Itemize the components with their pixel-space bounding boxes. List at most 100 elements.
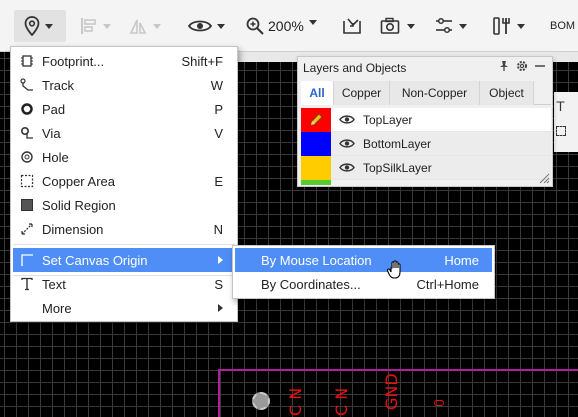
- visibility-button[interactable]: [188, 10, 225, 42]
- menu-item-label: Pad: [42, 101, 66, 117]
- menu-item-label: Hole: [42, 149, 69, 165]
- chevron-down-icon: [308, 19, 317, 25]
- chevron-down-icon: [153, 23, 161, 29]
- tools-button[interactable]: [492, 10, 525, 42]
- tab-non-copper[interactable]: Non-Copper: [390, 81, 480, 105]
- pin-icon[interactable]: [498, 60, 510, 72]
- submenu-item-label: By Mouse Location: [261, 252, 372, 268]
- menu-item-label: Text: [42, 276, 66, 292]
- canvas-origin-submenu: By Mouse Location Home By Coordinates...…: [232, 245, 495, 299]
- menu-item-shortcut: V: [214, 125, 223, 141]
- solid-region-icon: [20, 198, 34, 212]
- chevron-down-icon: [459, 23, 467, 29]
- menu-item-set-canvas-origin[interactable]: Set Canvas Origin: [13, 248, 235, 272]
- submenu-item-shortcut: Ctrl+Home: [416, 276, 480, 292]
- menu-item-track[interactable]: Track W: [13, 73, 235, 97]
- menu-item-text[interactable]: Text S: [13, 272, 235, 296]
- menu-item-shortcut: E: [214, 173, 223, 189]
- layer-color-swatch[interactable]: [301, 131, 331, 156]
- layer-row-bottomlayer[interactable]: BottomLayer: [301, 131, 551, 156]
- tab-all[interactable]: All: [301, 81, 334, 105]
- screenshot-button[interactable]: [380, 10, 415, 42]
- pad-icon: [20, 102, 34, 116]
- layer-name: TopSilkLayer: [363, 160, 432, 175]
- chevron-down-icon: [407, 23, 415, 29]
- submenu-item-shortcut: Home: [444, 252, 479, 268]
- pad-marker[interactable]: [252, 392, 270, 410]
- share-icon: [436, 17, 452, 34]
- menu-item-label: Track: [42, 77, 75, 93]
- chevron-right-icon: [218, 256, 223, 264]
- layer-color-swatch[interactable]: [301, 155, 331, 180]
- canvas-origin-icon: [20, 253, 34, 267]
- menu-item-footprint[interactable]: Footprint... Shift+F: [13, 49, 235, 73]
- gear-icon[interactable]: [516, 60, 528, 72]
- panel-title: Layers and Objects: [303, 61, 407, 75]
- align-button[interactable]: [80, 10, 111, 42]
- menu-item-more[interactable]: More: [13, 296, 235, 320]
- submenu-item-by-coordinates[interactable]: By Coordinates... Ctrl+Home: [235, 272, 492, 296]
- menu-item-hole[interactable]: Hole: [13, 145, 235, 169]
- submenu-item-by-mouse-location[interactable]: By Mouse Location Home: [235, 248, 492, 272]
- via-icon: [20, 126, 34, 140]
- resize-grip-icon[interactable]: [538, 172, 550, 184]
- minimize-icon[interactable]: [534, 60, 546, 72]
- import-button[interactable]: [342, 10, 362, 42]
- share-button[interactable]: [434, 10, 467, 42]
- layer-row-topsilklayer[interactable]: TopSilkLayer: [301, 155, 551, 180]
- pencil-icon: [310, 112, 323, 126]
- bom-label: BOM: [550, 20, 576, 32]
- layers-tabs: All Copper Non-Copper Object: [301, 81, 551, 105]
- menu-item-shortcut: W: [210, 77, 223, 93]
- panel-controls: [498, 60, 546, 72]
- eye-icon[interactable]: [339, 138, 357, 149]
- layer-color-swatch[interactable]: [301, 180, 331, 185]
- menu-item-copper-area[interactable]: Copper Area E: [13, 169, 235, 193]
- chevron-down-icon: [217, 23, 225, 29]
- text-tool-icon[interactable]: Ｔ: [554, 96, 567, 115]
- track-icon: [20, 78, 34, 92]
- import-icon: [343, 18, 361, 34]
- more-spacer: [20, 301, 34, 315]
- chevron-down-icon: [517, 23, 525, 29]
- menu-item-shortcut: Shift+F: [181, 53, 223, 69]
- text-icon: [20, 277, 34, 291]
- flip-button[interactable]: [128, 10, 161, 42]
- silk-label: GND: [382, 373, 401, 410]
- chevron-right-icon: [218, 304, 223, 312]
- bom-button[interactable]: BOM: [550, 10, 575, 42]
- place-menu: Footprint... Shift+F Track W Pad P Via V…: [10, 46, 238, 322]
- menu-item-label: Dimension: [42, 221, 104, 237]
- zoom-button[interactable]: 200%: [246, 10, 317, 42]
- layer-name: TopLayer: [363, 112, 413, 127]
- menu-separator: [13, 244, 235, 245]
- eye-icon[interactable]: [339, 114, 357, 125]
- map-pin-icon: [24, 16, 40, 36]
- tools-icon: [493, 17, 510, 35]
- camera-icon: [380, 17, 400, 34]
- menu-item-dimension[interactable]: Dimension N: [13, 217, 235, 241]
- footprint-icon: [20, 54, 34, 68]
- eye-icon[interactable]: [339, 162, 357, 173]
- layer-name: BottomLayer: [363, 136, 432, 151]
- select-box-icon[interactable]: [556, 126, 566, 136]
- menu-item-pad[interactable]: Pad P: [13, 97, 235, 121]
- align-icon: [81, 18, 96, 34]
- menu-item-shortcut: P: [214, 101, 223, 117]
- side-toolbar: Ｔ: [554, 92, 578, 152]
- layer-color-swatch[interactable]: [301, 107, 331, 132]
- menu-item-label: More: [42, 300, 72, 316]
- place-menu-button[interactable]: [14, 10, 66, 42]
- silk-mark: [434, 400, 444, 406]
- menu-item-solid-region[interactable]: Solid Region: [13, 193, 235, 217]
- tab-copper[interactable]: Copper: [334, 81, 390, 105]
- hole-icon: [20, 150, 34, 164]
- menu-item-shortcut: N: [213, 221, 223, 237]
- menu-item-via[interactable]: Via V: [13, 121, 235, 145]
- hand-cursor-icon: [386, 260, 401, 279]
- layer-row-toplayer[interactable]: TopLayer: [301, 107, 551, 132]
- copper-area-icon: [20, 174, 34, 188]
- tab-object[interactable]: Object: [480, 81, 534, 105]
- menu-item-shortcut: S: [214, 276, 223, 292]
- layers-panel: Layers and Objects All Copper Non-Copper…: [297, 56, 553, 187]
